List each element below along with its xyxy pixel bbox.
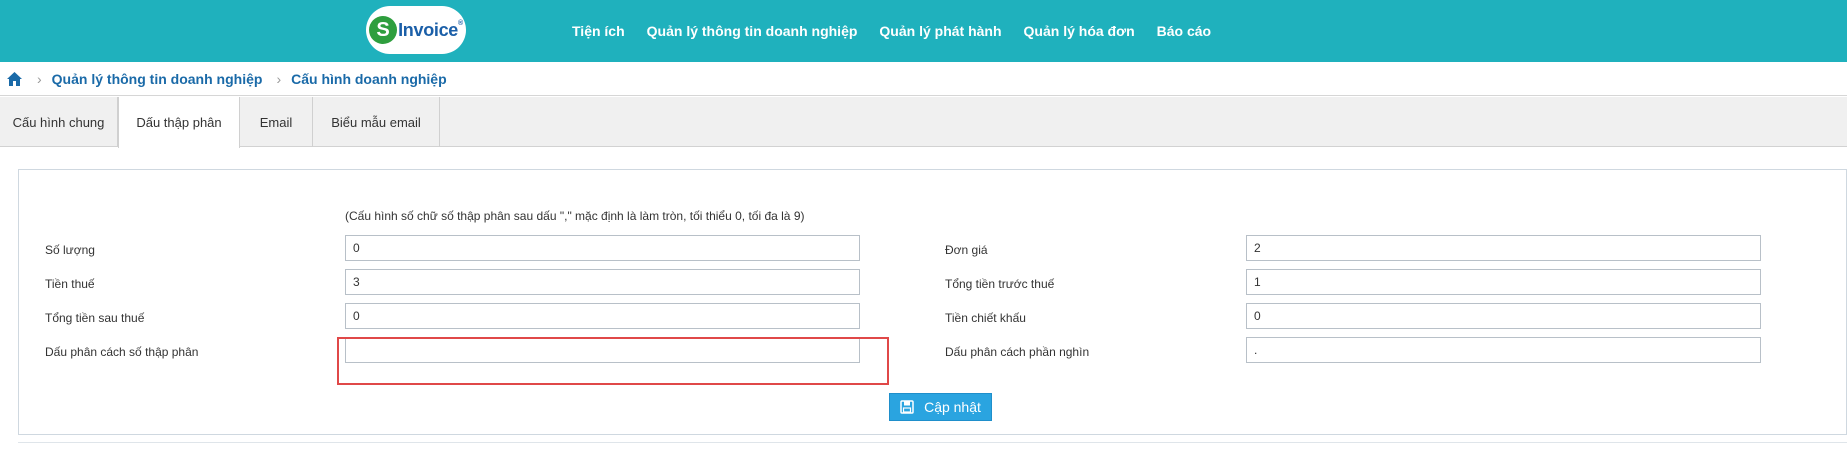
label-tong-tien-sau-thue: Tổng tiền sau thuế (45, 311, 145, 325)
logo-text: Invoice® (398, 19, 463, 40)
logo-mark: S (369, 16, 398, 44)
breadcrumb: › Quản lý thông tin doanh nghiệp › Cấu h… (0, 62, 1847, 96)
dau-phan-cach-phan-nghin-input[interactable] (1246, 337, 1761, 363)
top-navbar: S Invoice® Tiện ích Quản lý thông tin do… (0, 0, 1847, 62)
sinvoice-logo[interactable]: S Invoice® (366, 6, 466, 54)
nav-item-quan-ly-thong-tin-doanh-nghiep[interactable]: Quản lý thông tin doanh nghiệp (647, 23, 858, 39)
tong-tien-sau-thue-input[interactable] (345, 303, 860, 329)
label-tong-tien-truoc-thue: Tổng tiền trước thuế (945, 277, 1055, 291)
cap-nhat-button[interactable]: Cập nhật (889, 393, 992, 421)
nav-item-bao-cao[interactable]: Báo cáo (1157, 23, 1211, 39)
breadcrumb-item-quan-ly-thong-tin[interactable]: Quản lý thông tin doanh nghiệp (52, 71, 263, 87)
dau-phan-cach-thap-phan-input[interactable] (345, 337, 860, 363)
home-icon[interactable] (6, 71, 23, 87)
label-so-luong: Số lượng (45, 243, 95, 257)
tong-tien-truoc-thue-input[interactable] (1246, 269, 1761, 295)
tab-dau-thap-phan[interactable]: Dấu thập phân (118, 97, 240, 148)
divider (18, 442, 1847, 443)
tab-bieu-mau-email[interactable]: Biểu mẫu email (313, 97, 440, 147)
don-gia-input[interactable] (1246, 235, 1761, 261)
chevron-right-icon: › (37, 70, 42, 87)
label-dau-phan-cach-phan-nghin: Dấu phân cách phần nghìn (945, 345, 1090, 359)
label-tien-chiet-khau: Tiền chiết khấu (945, 311, 1026, 325)
label-don-gia: Đơn giá (945, 243, 988, 257)
tien-chiet-khau-input[interactable] (1246, 303, 1761, 329)
so-luong-input[interactable] (345, 235, 860, 261)
nav-item-quan-ly-hoa-don[interactable]: Quản lý hóa đơn (1024, 23, 1135, 39)
decimal-note: (Cấu hình số chữ số thập phân sau dấu ",… (345, 209, 805, 223)
tien-thue-input[interactable] (345, 269, 860, 295)
tab-cau-hinh-chung[interactable]: Cấu hình chung (0, 97, 118, 147)
tab-bar: Cấu hình chung Dấu thập phân Email Biểu … (0, 97, 1847, 148)
label-dau-phan-cach-thap-phan: Dấu phân cách số thập phân (45, 345, 199, 359)
breadcrumb-item-cau-hinh[interactable]: Cấu hình doanh nghiệp (291, 71, 447, 87)
label-tien-thue: Tiền thuế (45, 277, 95, 291)
tab-email[interactable]: Email (240, 97, 313, 147)
main-nav: Tiện ích Quản lý thông tin doanh nghiệp … (572, 0, 1233, 62)
chevron-right-icon: › (276, 70, 282, 87)
cap-nhat-label: Cập nhật (924, 399, 981, 415)
save-icon (900, 400, 914, 414)
nav-item-tien-ich[interactable]: Tiện ích (572, 23, 625, 39)
nav-item-quan-ly-phat-hanh[interactable]: Quản lý phát hành (879, 23, 1001, 39)
